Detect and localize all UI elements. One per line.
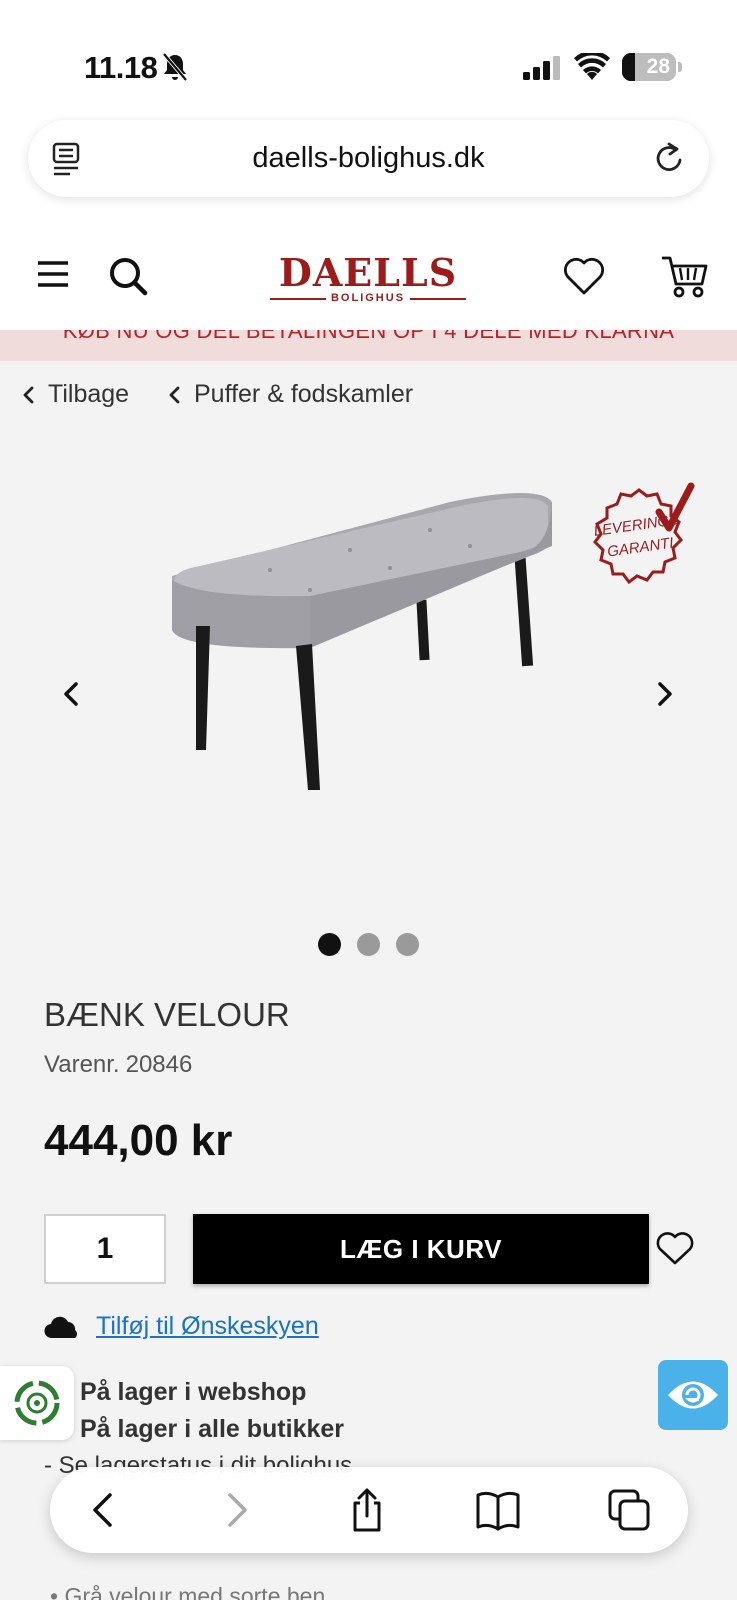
accessibility-button[interactable] <box>658 1360 728 1430</box>
sku-value: 20846 <box>125 1051 193 1078</box>
gallery-dot-1[interactable] <box>318 933 341 956</box>
gallery-dot-3[interactable] <box>396 933 419 956</box>
promo-banner[interactable]: KØB NU OG DEL BETALINGEN OP I 4 DELE MED… <box>0 330 737 361</box>
bookmarks-icon[interactable] <box>474 1487 522 1533</box>
product-image <box>172 493 552 790</box>
add-to-cart-button[interactable]: LÆG I KURV <box>193 1214 649 1284</box>
battery-icon: 28 <box>622 53 676 81</box>
sustainability-badge[interactable] <box>0 1366 74 1440</box>
browser-toolbar <box>50 1467 688 1553</box>
chevron-left-icon <box>169 386 180 403</box>
cellular-signal-icon <box>523 56 560 80</box>
site-logo[interactable]: DAELLS BOLIGHUS <box>270 250 466 306</box>
forward-icon[interactable] <box>212 1487 260 1533</box>
bell-muted-icon <box>162 52 188 82</box>
badge-text-2: GARANTI <box>606 534 674 560</box>
product-title: BÆNK VELOUR <box>44 996 290 1033</box>
url-text: daells-bolighus.dk <box>252 142 485 174</box>
feature-list-item: • Grå velour med sorte ben <box>50 1583 325 1600</box>
hamburger-menu-icon[interactable] <box>36 260 70 288</box>
reload-icon[interactable] <box>653 141 685 175</box>
battery-level: 28 <box>646 55 670 78</box>
wishlist-cloud-row: Tilføj til Ønskeskyen <box>44 1312 319 1341</box>
tabs-icon[interactable] <box>606 1487 654 1533</box>
quantity-input[interactable]: 1 <box>44 1214 166 1284</box>
status-time: 11.18 <box>84 50 158 85</box>
status-bar: 11.18 28 <box>0 0 737 110</box>
gallery-dot-2[interactable] <box>357 933 380 956</box>
address-bar[interactable]: daells-bolighus.dk <box>28 120 709 197</box>
gallery-prev-arrow-icon[interactable] <box>56 676 86 712</box>
gallery-next-arrow-icon[interactable] <box>650 676 680 712</box>
stock-webshop: På lager i webshop <box>80 1378 307 1406</box>
wifi-icon <box>574 53 610 80</box>
product-sku: Varenr. 20846 <box>44 1051 192 1079</box>
browser-chrome: daells-bolighus.dk <box>0 110 737 210</box>
product-price: 444,00 kr <box>44 1116 233 1165</box>
breadcrumb-category-label: Puffer & fodskamler <box>194 380 414 408</box>
logo-wordmark: DAELLS <box>278 250 458 295</box>
sku-label: Varenr. <box>44 1051 120 1078</box>
delivery-guarantee-badge: LEVERINGS GARANTI <box>593 482 695 585</box>
eye-icon <box>668 1381 718 1409</box>
add-to-wishcloud-link[interactable]: Tilføj til Ønskeskyen <box>96 1312 319 1341</box>
stock-stores: På lager i alle butikker <box>80 1415 345 1443</box>
feature-text: Grå velour med sorte ben <box>64 1583 326 1600</box>
add-to-wishlist-heart-icon[interactable] <box>655 1230 695 1266</box>
recycle-icon <box>14 1380 60 1426</box>
breadcrumb-category[interactable]: Puffer & fodskamler <box>168 380 413 409</box>
shopping-cart-icon[interactable] <box>660 252 708 300</box>
share-icon[interactable] <box>343 1487 391 1533</box>
chevron-left-icon <box>23 386 34 403</box>
gallery-pagination <box>318 933 419 956</box>
wishlist-heart-icon[interactable] <box>562 256 606 296</box>
site-header: DAELLS BOLIGHUS <box>0 210 737 330</box>
breadcrumb-back[interactable]: Tilbage <box>22 380 129 409</box>
promo-text: KØB NU OG DEL BETALINGEN OP I 4 DELE MED… <box>62 330 675 343</box>
breadcrumb-back-label: Tilbage <box>48 380 130 408</box>
cloud-icon <box>44 1316 77 1338</box>
back-icon[interactable] <box>80 1487 128 1533</box>
search-icon[interactable] <box>108 256 148 296</box>
